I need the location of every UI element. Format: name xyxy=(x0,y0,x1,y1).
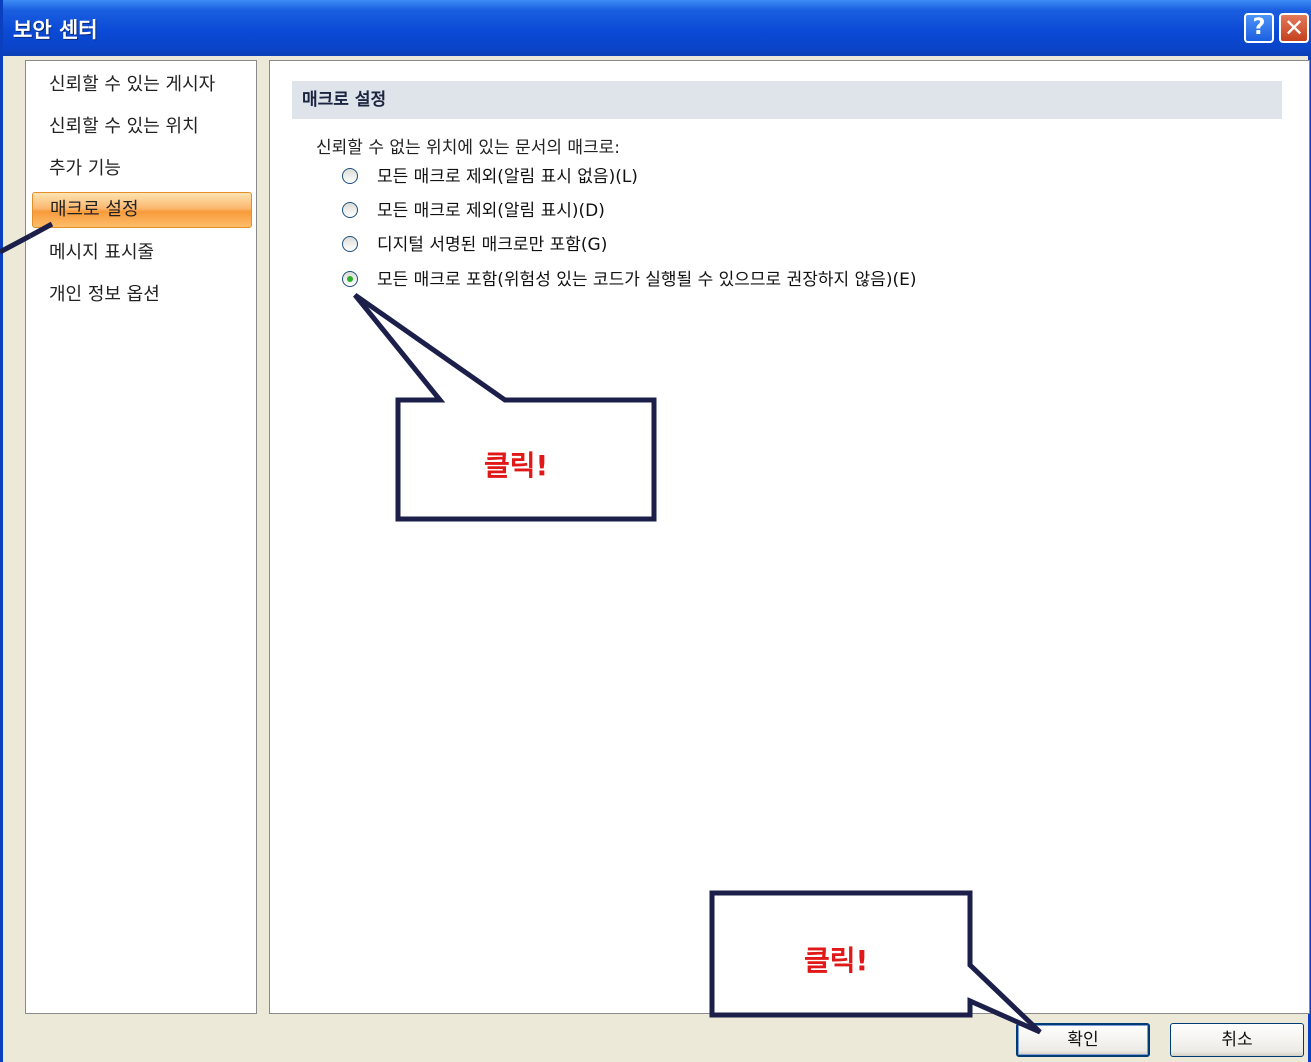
radio-button[interactable] xyxy=(342,168,358,184)
sidebar-item-privacy-options[interactable]: 개인 정보 옵션 xyxy=(32,277,252,313)
ok-button[interactable]: 확인 xyxy=(1016,1023,1150,1057)
sidebar-item-trusted-publishers[interactable]: 신뢰할 수 있는 게시자 xyxy=(32,67,252,103)
help-icon[interactable]: ? xyxy=(1244,13,1274,43)
sidebar-item-trusted-locations[interactable]: 신뢰할 수 있는 위치 xyxy=(32,109,252,145)
radio-checked-dot xyxy=(347,276,353,282)
radio-label: 모든 매크로 제외(알림 표시)(D) xyxy=(377,201,605,221)
security-center-window: 보안 센터 ? ✕ 신뢰할 수 있는 게시자 신뢰할 수 있는 위치 추가 기능… xyxy=(0,0,1311,1062)
sidebar-item-message-bar[interactable]: 메시지 표시줄 xyxy=(32,235,252,271)
close-icon[interactable]: ✕ xyxy=(1279,13,1309,43)
sidebar: 신뢰할 수 있는 게시자 신뢰할 수 있는 위치 추가 기능 매크로 설정 메시… xyxy=(25,60,257,1014)
radio-label: 디지털 서명된 매크로만 포함(G) xyxy=(377,235,608,255)
radio-label: 모든 매크로 제외(알림 표시 없음)(L) xyxy=(377,167,638,187)
macro-group-label: 신뢰할 수 없는 위치에 있는 문서의 매크로: xyxy=(316,138,621,158)
section-title: 매크로 설정 xyxy=(292,81,1282,119)
macro-settings-panel: 매크로 설정 신뢰할 수 없는 위치에 있는 문서의 매크로: 모든 매크로 제… xyxy=(269,60,1310,1014)
radio-button[interactable] xyxy=(342,236,358,252)
callout-text-ok: 클릭! xyxy=(804,944,869,977)
callout-text-radio: 클릭! xyxy=(484,449,549,482)
radio-label: 모든 매크로 포함(위험성 있는 코드가 실행될 수 있으므로 권장하지 않음)… xyxy=(377,270,917,290)
window-title: 보안 센터 xyxy=(13,18,98,42)
sidebar-item-macro-settings[interactable]: 매크로 설정 xyxy=(32,192,252,228)
title-bar[interactable]: 보안 센터 ? ✕ xyxy=(3,0,1311,56)
radio-button[interactable] xyxy=(342,202,358,218)
radio-button-selected[interactable] xyxy=(342,271,358,287)
cancel-button[interactable]: 취소 xyxy=(1170,1023,1304,1057)
sidebar-item-add-ins[interactable]: 추가 기능 xyxy=(32,151,252,187)
